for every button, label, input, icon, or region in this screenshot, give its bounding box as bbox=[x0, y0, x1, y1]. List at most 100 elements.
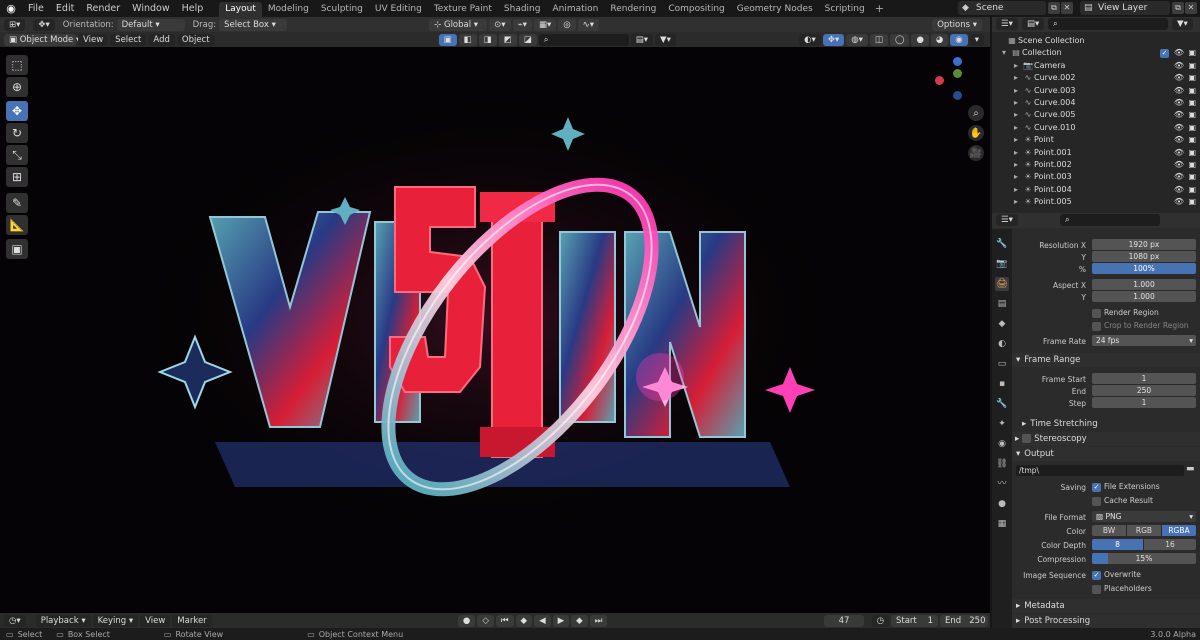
proportional-edit-icon[interactable]: ◎ bbox=[558, 18, 576, 31]
file-extensions-checkbox[interactable]: ✓ File Extensions bbox=[1092, 482, 1160, 492]
expand-arrow-icon[interactable]: ▸ bbox=[1010, 123, 1022, 132]
tab-shading[interactable]: Shading bbox=[498, 2, 547, 17]
render-camera-icon[interactable]: ▣ bbox=[1188, 185, 1196, 194]
stereoscopy-header[interactable]: ▸ Stereoscopy bbox=[1012, 432, 1200, 446]
blender-logo-icon[interactable]: ◉ bbox=[0, 0, 22, 17]
new-scene-icon[interactable]: ⧉ bbox=[1048, 2, 1060, 14]
visibility-eye-icon[interactable]: 👁 bbox=[1174, 160, 1184, 169]
object-menu[interactable]: Object bbox=[176, 33, 215, 46]
render-camera-icon[interactable]: ▣ bbox=[1188, 197, 1196, 206]
playback-menu[interactable]: Playback ▾ bbox=[35, 614, 91, 627]
visibility-eye-icon[interactable]: 👁 bbox=[1174, 61, 1184, 70]
prev-keyframe-icon[interactable]: ◆ bbox=[515, 614, 533, 627]
visibility-eye-icon[interactable]: 👁 bbox=[1174, 86, 1184, 95]
outliner-item[interactable]: ▸ 📷 Camera 👁 ▣ bbox=[992, 59, 1198, 72]
snap-icon[interactable]: ⌁▾ bbox=[512, 18, 532, 31]
compression-slider[interactable]: 15% bbox=[1092, 553, 1196, 564]
properties-search-input[interactable]: ⌕ bbox=[1060, 214, 1160, 226]
outliner-item[interactable]: ▸ ☀ Point.002 👁 ▣ bbox=[992, 158, 1198, 171]
expand-arrow-icon[interactable]: ▸ bbox=[1010, 197, 1022, 206]
menu-edit[interactable]: Edit bbox=[50, 0, 80, 17]
cursor-tool-icon[interactable]: ⊕ bbox=[6, 77, 28, 97]
properties-editor-icon[interactable]: ☰▾ bbox=[996, 214, 1018, 226]
visibility-eye-icon[interactable]: 👁 bbox=[1174, 73, 1184, 82]
start-frame-field[interactable]: Start 1 bbox=[890, 614, 938, 627]
view-menu[interactable]: View bbox=[78, 33, 109, 46]
tab-rendering[interactable]: Rendering bbox=[604, 2, 662, 17]
record-icon[interactable]: ● bbox=[457, 614, 476, 627]
delete-scene-icon[interactable]: ✕ bbox=[1061, 2, 1073, 14]
jump-start-icon[interactable]: ⏮ bbox=[495, 614, 514, 627]
falloff-icon[interactable]: ∿▾ bbox=[577, 18, 600, 31]
resolution-percent-field[interactable]: 100% bbox=[1092, 263, 1196, 274]
frame-range-header[interactable]: ▾ Frame Range bbox=[1012, 353, 1200, 367]
color-depth-8-option[interactable]: 8 bbox=[1092, 539, 1143, 550]
outliner-item[interactable]: ▸ ☀ Point.001 👁 ▣ bbox=[992, 146, 1198, 159]
measure-tool-icon[interactable]: 📐 bbox=[6, 215, 28, 235]
tab-compositing[interactable]: Compositing bbox=[662, 2, 730, 17]
play-icon[interactable]: ▶ bbox=[552, 614, 570, 627]
select-box-tool-icon[interactable]: ⬚ bbox=[6, 55, 28, 75]
gizmo-neg-z-icon[interactable] bbox=[953, 91, 962, 100]
outliner-item[interactable]: ▸ ∿ Curve.010 👁 ▣ bbox=[992, 121, 1198, 134]
scene-selector[interactable]: ◆ Scene bbox=[958, 1, 1046, 15]
menu-file[interactable]: File bbox=[22, 0, 50, 17]
timeline-editor-icon[interactable]: ◷▾ bbox=[4, 614, 26, 627]
color-rgba-option[interactable]: RGBA bbox=[1162, 525, 1196, 536]
aspect-y-field[interactable]: 1.000 bbox=[1092, 291, 1196, 302]
select-extend-icon[interactable]: ◧ bbox=[458, 33, 477, 46]
outliner-item[interactable]: ▸ ☀ Point.004 👁 ▣ bbox=[992, 183, 1198, 196]
outliner-item[interactable]: ▸ ∿ Curve.003 👁 ▣ bbox=[992, 84, 1198, 97]
aspect-x-field[interactable]: 1.000 bbox=[1092, 279, 1196, 290]
expand-arrow-icon[interactable]: ▸ bbox=[1010, 160, 1022, 169]
mode-dropdown[interactable]: ▣ Object Mode ▾ bbox=[4, 33, 80, 46]
visibility-eye-icon[interactable]: 👁 bbox=[1174, 197, 1184, 206]
menu-window[interactable]: Window bbox=[126, 0, 175, 17]
menu-render[interactable]: Render bbox=[80, 0, 126, 17]
output-path-input[interactable]: /tmp\ bbox=[1016, 465, 1184, 476]
frame-end-field[interactable]: 250 bbox=[1092, 385, 1196, 396]
resolution-y-field[interactable]: 1080 px bbox=[1092, 251, 1196, 262]
play-reverse-icon[interactable]: ◀ bbox=[534, 614, 551, 627]
select-intersect-icon[interactable]: ◪ bbox=[518, 33, 537, 46]
zoom-icon[interactable]: ⌕ bbox=[968, 105, 984, 121]
visibility-eye-icon[interactable]: 👁 bbox=[1174, 98, 1184, 107]
render-camera-icon[interactable]: ▣ bbox=[1188, 123, 1196, 132]
visibility-filter-icon[interactable]: ▤▾ bbox=[630, 33, 654, 46]
visibility-eye-icon[interactable]: 👁 bbox=[1174, 110, 1184, 119]
display-mode-icon[interactable]: ▤▾ bbox=[1022, 18, 1045, 30]
current-frame-field[interactable]: 47 bbox=[824, 614, 864, 627]
expand-arrow-icon[interactable]: ▸ bbox=[1010, 61, 1022, 70]
outliner-item[interactable]: ▸ ☀ Point 👁 ▣ bbox=[992, 133, 1198, 146]
render-camera-icon[interactable]: ▣ bbox=[1188, 86, 1196, 95]
scale-tool-icon[interactable]: ⤡ bbox=[6, 145, 28, 165]
output-header[interactable]: ▾ Output bbox=[1012, 447, 1200, 461]
select-invert-icon[interactable]: ◩ bbox=[498, 33, 517, 46]
navigation-gizmo[interactable] bbox=[932, 55, 982, 107]
render-camera-icon[interactable]: ▣ bbox=[1188, 73, 1196, 82]
collection-row[interactable]: ▾ ▤ Collection ✓ 👁 ▣ bbox=[992, 47, 1198, 60]
view-layer-selector[interactable]: ▤ View Layer bbox=[1080, 1, 1170, 15]
menu-help[interactable]: Help bbox=[176, 0, 210, 17]
overwrite-checkbox[interactable]: ✓ Overwrite bbox=[1092, 570, 1141, 580]
visibility-eye-icon[interactable]: 👁 bbox=[1174, 123, 1184, 132]
outliner-item[interactable]: ▸ ☀ Point.003 👁 ▣ bbox=[992, 171, 1198, 184]
tab-layout[interactable]: Layout bbox=[219, 2, 262, 17]
particles-tab-icon[interactable]: ✦ bbox=[995, 417, 1009, 431]
constraints-tab-icon[interactable]: ⛓ bbox=[995, 457, 1009, 471]
object-visibility-icon[interactable]: ◐▾ bbox=[799, 33, 821, 46]
cache-result-checkbox[interactable]: Cache Result bbox=[1092, 496, 1153, 506]
metadata-header[interactable]: ▸ Metadata bbox=[1012, 599, 1200, 613]
solid-shading-icon[interactable]: ● bbox=[911, 33, 929, 46]
visibility-eye-icon[interactable]: 👁 bbox=[1174, 148, 1184, 157]
render-camera-icon[interactable]: ▣ bbox=[1188, 148, 1196, 157]
viewport-search-input[interactable]: ⌕ bbox=[538, 33, 629, 46]
render-camera-icon[interactable]: ▣ bbox=[1188, 98, 1196, 107]
outliner-item[interactable]: ▸ ∿ Curve.004 👁 ▣ bbox=[992, 96, 1198, 109]
gizmo-z-axis-icon[interactable] bbox=[953, 57, 962, 66]
render-region-checkbox[interactable]: Render Region bbox=[1092, 308, 1159, 318]
color-depth-16-option[interactable]: 16 bbox=[1144, 539, 1196, 550]
orientation-dropdown[interactable]: Default ▾ bbox=[116, 18, 185, 31]
render-camera-icon[interactable]: ▣ bbox=[1188, 48, 1196, 57]
expand-arrow-icon[interactable]: ▸ bbox=[1010, 135, 1022, 144]
